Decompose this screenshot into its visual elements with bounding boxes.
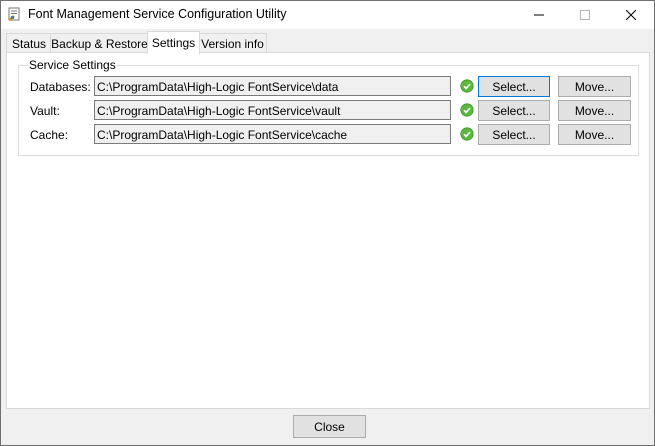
databases-move-button[interactable]: Move... [558, 76, 631, 97]
tab-backup-restore[interactable]: Backup & Restore [50, 33, 149, 53]
button-label: Select... [492, 103, 536, 118]
font-settings-icon [7, 7, 21, 21]
tab-status[interactable]: Status [6, 33, 52, 53]
check-circle-icon [460, 79, 474, 93]
button-label: Select... [492, 127, 536, 142]
cache-move-button[interactable]: Move... [558, 124, 631, 145]
tab-version-info[interactable]: Version info [198, 33, 267, 53]
vault-move-button[interactable]: Move... [558, 100, 631, 121]
cache-select-button[interactable]: Select... [478, 124, 550, 145]
tab-label: Version info [201, 36, 264, 51]
close-icon [626, 10, 636, 20]
tab-label: Settings [151, 36, 196, 50]
maximize-button[interactable] [562, 1, 608, 29]
close-button[interactable]: Close [293, 415, 366, 438]
cache-path-field[interactable]: C:\ProgramData\High-Logic FontService\ca… [94, 124, 451, 144]
button-label: Move... [574, 127, 615, 142]
databases-select-button[interactable]: Select... [478, 76, 550, 97]
window-title: Font Management Service Configuration Ut… [28, 7, 287, 21]
window-close-button[interactable] [608, 1, 654, 29]
title-bar[interactable]: Font Management Service Configuration Ut… [1, 1, 654, 29]
tab-label: Status [11, 36, 47, 51]
button-label: Select... [492, 79, 536, 94]
vault-label: Vault: [30, 104, 60, 118]
button-label: Move... [574, 103, 615, 118]
settings-panel: Service Settings Databases: C:\ProgramDa… [6, 52, 650, 409]
maximize-icon [580, 10, 590, 20]
minimize-icon [534, 14, 544, 16]
vault-select-button[interactable]: Select... [478, 100, 550, 121]
vault-path-field[interactable]: C:\ProgramData\High-Logic FontService\va… [94, 100, 451, 120]
service-settings-group: Service Settings Databases: C:\ProgramDa… [18, 58, 639, 156]
databases-label: Databases: [30, 80, 91, 94]
group-title: Service Settings [28, 58, 117, 72]
check-circle-icon [460, 127, 474, 141]
tab-settings[interactable]: Settings [147, 31, 200, 54]
tab-label: Backup & Restore [51, 36, 148, 51]
minimize-button[interactable] [516, 1, 562, 29]
app-window: Font Management Service Configuration Ut… [0, 0, 655, 446]
cache-label: Cache: [30, 128, 69, 142]
check-circle-icon [460, 103, 474, 117]
databases-path-field[interactable]: C:\ProgramData\High-Logic FontService\da… [94, 76, 451, 96]
button-label: Move... [574, 79, 615, 94]
button-label: Close [314, 419, 345, 434]
